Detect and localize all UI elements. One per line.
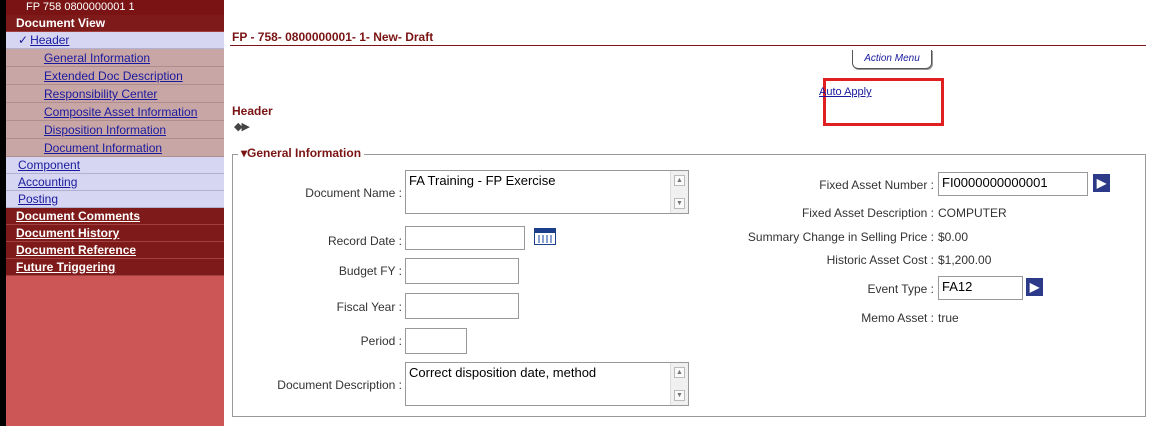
fixed-asset-lookup-button[interactable]: ▶ xyxy=(1093,174,1110,192)
auto-apply-link[interactable]: Auto Apply xyxy=(819,86,872,98)
summary-change-label: Summary Change in Selling Price : xyxy=(747,230,934,244)
sidebar-section-future-triggering[interactable]: Future Triggering xyxy=(6,259,224,276)
action-menu-button[interactable]: Action Menu xyxy=(852,50,932,69)
document-name-label: Document Name : xyxy=(305,186,402,200)
budget-fy-input[interactable] xyxy=(405,258,519,284)
general-information-toggle[interactable]: ▾General Information xyxy=(238,146,365,160)
scroll-up-icon[interactable]: ▲ xyxy=(674,175,685,186)
summary-change-value: $0.00 xyxy=(938,230,969,244)
title-divider xyxy=(230,45,1146,46)
fixed-asset-number-label: Fixed Asset Number : xyxy=(819,178,934,192)
check-icon: ✓ xyxy=(18,33,29,47)
sidebar-item-posting[interactable]: Posting xyxy=(6,191,224,208)
budget-fy-label: Budget FY : xyxy=(338,264,402,278)
event-type-lookup-button[interactable]: ▶ xyxy=(1026,278,1043,296)
sidebar-item-responsibility-center[interactable]: Responsibility Center xyxy=(6,85,224,103)
navigation-arrows-icon[interactable]: ◆▶ xyxy=(234,120,250,133)
sidebar: FP 758 0800000001 1 Document View ✓ Heade… xyxy=(0,0,224,426)
section-title: Header xyxy=(232,104,273,118)
sidebar-item-extended-doc-description[interactable]: Extended Doc Description xyxy=(6,67,224,85)
historic-asset-cost-value: $1,200.00 xyxy=(938,253,992,267)
scroll-up-icon[interactable]: ▲ xyxy=(674,367,685,378)
document-name-value: FA Training - FP Exercise xyxy=(409,173,556,188)
fiscal-year-input[interactable] xyxy=(405,293,519,319)
sidebar-section-document-reference[interactable]: Document Reference xyxy=(6,242,224,259)
historic-asset-cost-label: Historic Asset Cost : xyxy=(826,253,934,267)
period-label: Period : xyxy=(360,334,402,348)
record-date-label: Record Date : xyxy=(327,234,402,248)
document-description-field[interactable]: Correct disposition date, method ▲ ▼ xyxy=(405,362,689,406)
memo-asset-value: true xyxy=(938,311,959,325)
fiscal-year-label: Fiscal Year : xyxy=(336,300,402,314)
document-description-label: Document Description : xyxy=(277,378,402,392)
event-type-input[interactable]: FA12 xyxy=(938,276,1023,300)
sidebar-item-disposition-information[interactable]: Disposition Information xyxy=(6,121,224,139)
document-name-field[interactable]: FA Training - FP Exercise ▲ ▼ xyxy=(405,170,689,214)
sidebar-section-document-view: Document View xyxy=(6,15,224,32)
record-date-input[interactable] xyxy=(405,226,525,250)
sidebar-item-accounting[interactable]: Accounting xyxy=(6,174,224,191)
fixed-asset-number-input[interactable]: FI0000000000001 xyxy=(938,172,1088,196)
sidebar-item-general-information[interactable]: General Information xyxy=(6,49,224,67)
sidebar-item-label: Header xyxy=(30,33,70,47)
sidebar-item-component[interactable]: Component xyxy=(6,157,224,174)
event-type-label: Event Type : xyxy=(867,282,935,296)
scroll-down-icon[interactable]: ▼ xyxy=(674,198,685,209)
scrollbar[interactable]: ▲ ▼ xyxy=(670,363,688,405)
fixed-asset-description-label: Fixed Asset Description : xyxy=(801,206,934,220)
sidebar-section-document-comments[interactable]: Document Comments xyxy=(6,208,224,225)
sidebar-item-composite-asset-information[interactable]: Composite Asset Information xyxy=(6,103,224,121)
scrollbar[interactable]: ▲ ▼ xyxy=(670,171,688,213)
calendar-icon[interactable] xyxy=(534,228,556,245)
sidebar-item-header[interactable]: ✓ Header xyxy=(6,32,224,49)
memo-asset-label: Memo Asset : xyxy=(861,311,934,325)
document-description-value: Correct disposition date, method xyxy=(409,365,597,380)
page-title: FP - 758- 0800000001- 1- New- Draft xyxy=(232,30,434,44)
period-input[interactable] xyxy=(405,328,467,354)
fixed-asset-description-value: COMPUTER xyxy=(938,206,1007,220)
sidebar-item-document-information[interactable]: Document Information xyxy=(6,139,224,157)
sidebar-section-document-history[interactable]: Document History xyxy=(6,225,224,242)
main-content: FP - 758- 0800000001- 1- New- Draft Acti… xyxy=(224,0,1153,426)
scroll-down-icon[interactable]: ▼ xyxy=(674,390,685,401)
document-id: FP 758 0800000001 1 xyxy=(6,0,224,15)
